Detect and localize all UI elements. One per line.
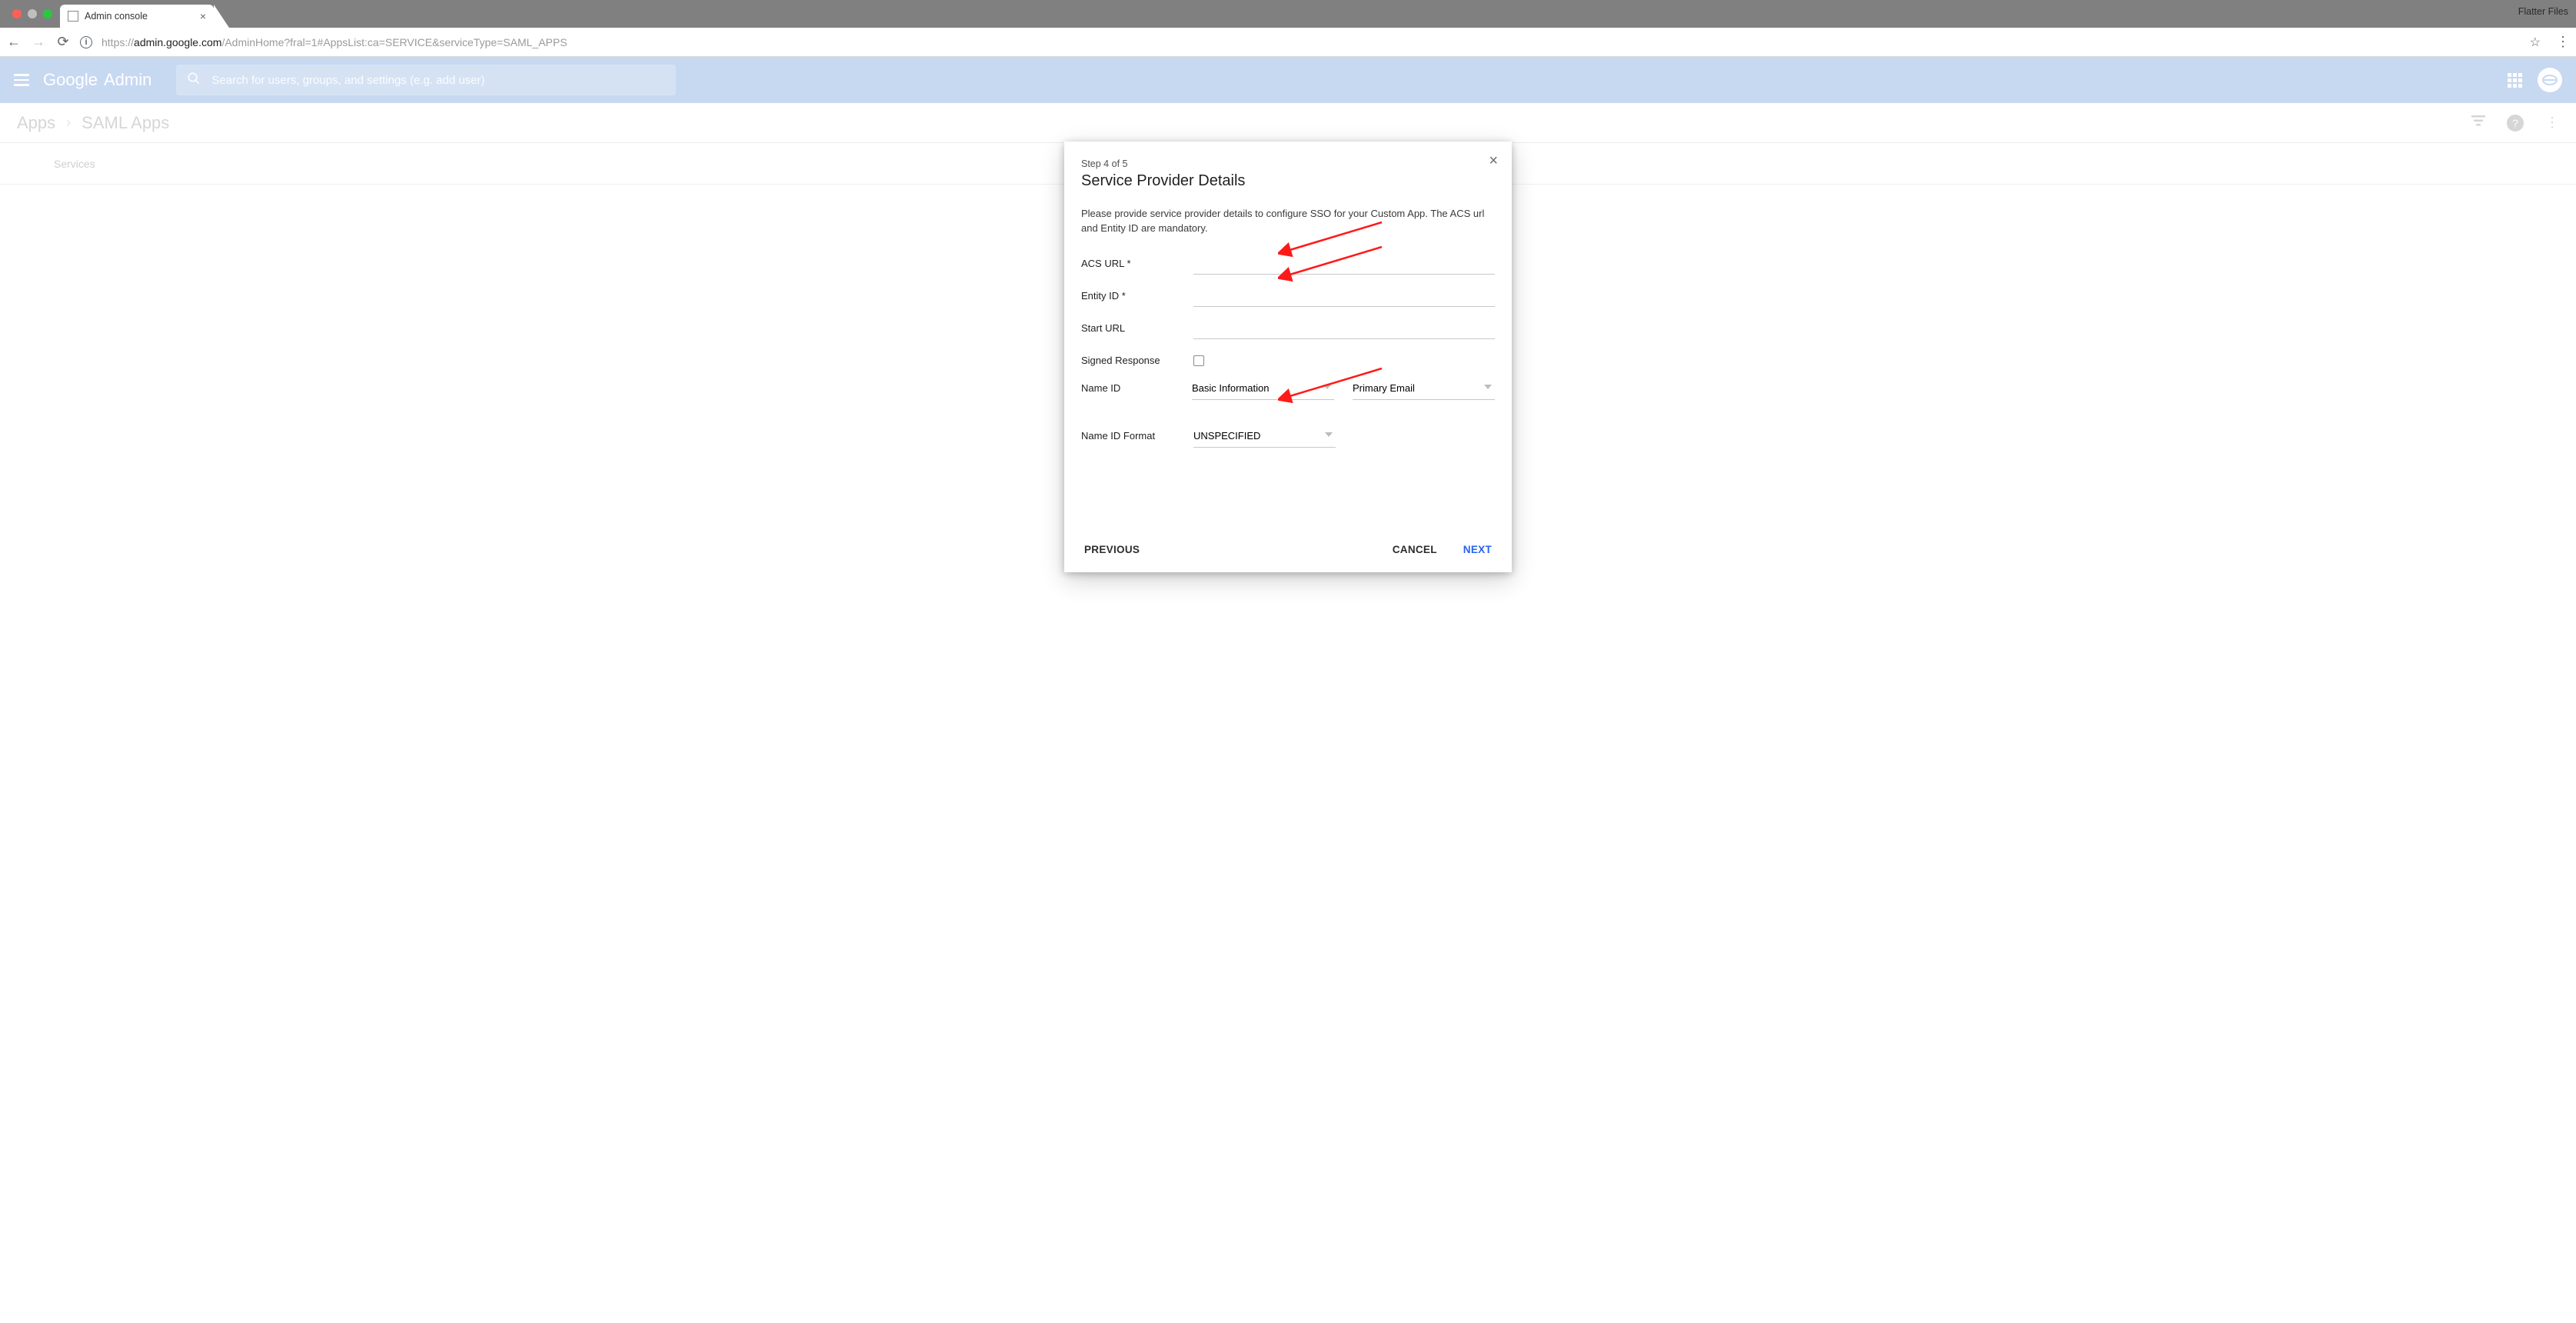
previous-button[interactable]: PREVIOUS: [1081, 539, 1143, 560]
breadcrumb-apps[interactable]: Apps: [17, 113, 55, 133]
url-path: /AdminHome?fral=1#AppsList:ca=SERVICE&se…: [221, 36, 567, 48]
filter-icon[interactable]: [2471, 115, 2485, 130]
entity-id-label: Entity ID *: [1081, 290, 1193, 302]
chevron-down-icon: [1323, 385, 1331, 389]
breadcrumb-row: Apps › SAML Apps ? ⋮: [0, 103, 2576, 143]
cancel-button[interactable]: CANCEL: [1390, 539, 1440, 560]
app-header: Google Admin: [0, 57, 2576, 103]
avatar[interactable]: [2538, 68, 2562, 92]
name-id-attr-value: Primary Email: [1353, 382, 1415, 394]
tab-close-icon[interactable]: ×: [200, 10, 206, 22]
site-info-icon[interactable]: i: [80, 36, 92, 48]
window-min-dot[interactable]: [28, 9, 37, 18]
close-icon[interactable]: ×: [1489, 152, 1498, 170]
name-id-format-value: UNSPECIFIED: [1193, 430, 1260, 442]
app-menu-label: Flatter Files: [2518, 6, 2568, 17]
apps-grid-icon[interactable]: [2508, 73, 2522, 88]
services-label: Services: [54, 158, 95, 170]
hamburger-icon[interactable]: [14, 74, 29, 86]
name-id-source-select[interactable]: Basic Information: [1192, 377, 1334, 400]
browser-menu-icon[interactable]: ⋮: [2556, 34, 2570, 50]
modal-description: Please provide service provider details …: [1081, 207, 1495, 236]
help-icon[interactable]: ?: [2507, 115, 2524, 132]
start-url-label: Start URL: [1081, 322, 1193, 334]
name-id-format-select[interactable]: UNSPECIFIED: [1193, 425, 1336, 448]
chevron-right-icon: ›: [66, 115, 71, 131]
signed-response-label: Signed Response: [1081, 355, 1193, 366]
browser-chrome: Admin console × Flatter Files ← → ⟳ i ht…: [0, 0, 2576, 57]
acs-url-input[interactable]: [1193, 253, 1495, 275]
tab-tail: [214, 5, 229, 28]
search-input[interactable]: [211, 74, 665, 87]
modal-overlay: × Step 4 of 5 Service Provider Details P…: [0, 0, 2576, 1323]
modal-form: ACS URL * Entity ID * Start URL Signed R…: [1081, 250, 1495, 450]
nav-back-icon[interactable]: ←: [6, 34, 22, 50]
chevron-down-icon: [1325, 432, 1333, 437]
nav-forward-icon[interactable]: →: [31, 34, 46, 50]
step-indicator: Step 4 of 5: [1081, 158, 1495, 169]
modal-actions: PREVIOUS CANCEL NEXT: [1081, 532, 1495, 560]
nav-reload-icon[interactable]: ⟳: [55, 34, 71, 50]
favicon-icon: [68, 11, 78, 22]
url-display[interactable]: https://admin.google.com/AdminHome?fral=…: [102, 36, 2521, 48]
window-controls: [5, 0, 60, 28]
service-provider-modal: × Step 4 of 5 Service Provider Details P…: [1064, 142, 1512, 572]
name-id-attr-select[interactable]: Primary Email: [1353, 377, 1495, 400]
url-proto: https://: [102, 36, 134, 48]
chevron-down-icon: [1484, 385, 1492, 389]
modal-title: Service Provider Details: [1081, 172, 1495, 190]
breadcrumb-saml[interactable]: SAML Apps: [82, 113, 169, 133]
header-right: [2508, 68, 2562, 92]
search-box[interactable]: [176, 65, 676, 95]
search-icon: [187, 72, 201, 89]
start-url-input[interactable]: [1193, 318, 1495, 339]
window-max-dot[interactable]: [43, 9, 52, 18]
next-button[interactable]: NEXT: [1460, 539, 1495, 560]
name-id-source-value: Basic Information: [1192, 382, 1269, 394]
bookmark-star-icon[interactable]: ☆: [2530, 35, 2541, 50]
acs-url-label: ACS URL *: [1081, 258, 1193, 269]
brand: Google Admin: [43, 70, 151, 90]
tab-strip: Admin console × Flatter Files: [0, 0, 2576, 28]
name-id-label: Name ID: [1081, 382, 1192, 394]
brand-admin: Admin: [104, 70, 151, 90]
brand-google: Google: [43, 70, 98, 90]
breadcrumb-actions: ? ⋮: [2471, 115, 2559, 132]
overflow-menu-icon[interactable]: ⋮: [2545, 115, 2559, 131]
window-close-dot[interactable]: [12, 9, 22, 18]
browser-tab[interactable]: Admin console ×: [60, 5, 214, 28]
signed-response-checkbox[interactable]: [1193, 355, 1204, 366]
url-host: admin.google.com: [134, 36, 221, 48]
address-bar: ← → ⟳ i https://admin.google.com/AdminHo…: [0, 28, 2576, 57]
tab-title: Admin console: [85, 11, 148, 22]
name-id-format-label: Name ID Format: [1081, 430, 1193, 442]
entity-id-input[interactable]: [1193, 285, 1495, 307]
